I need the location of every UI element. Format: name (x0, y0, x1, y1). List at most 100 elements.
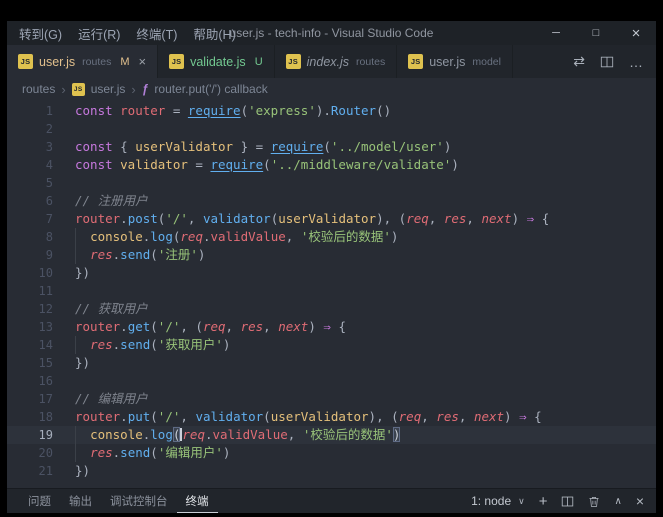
code-line[interactable]: 15}) (7, 354, 656, 372)
code-token: const (75, 103, 121, 118)
code-token: validator (120, 157, 188, 172)
tab-detail: model (472, 55, 501, 68)
code-line[interactable]: 9 res.send('注册') (7, 246, 656, 264)
line-number: 7 (45, 212, 53, 226)
code-token: '获取用户' (157, 337, 223, 352)
line-number: 12 (38, 302, 53, 316)
javascript-file-icon: JS (18, 54, 33, 69)
panel-tab-problems[interactable]: 问题 (19, 489, 60, 513)
code-line[interactable]: 3 const { userValidator } = require('../m… (7, 138, 656, 156)
close-panel-icon[interactable]: × (636, 493, 644, 509)
code-token: '/' (165, 211, 188, 226)
code-line[interactable]: 20 res.send('编辑用户') (7, 444, 656, 462)
code-token: // 获取用户 (75, 301, 148, 316)
tab-close-icon[interactable]: × (139, 54, 147, 69)
code-token: res (90, 337, 113, 352)
code-token: router (75, 319, 121, 334)
code-line[interactable]: 4 const validator = require('../middlewar… (7, 156, 656, 174)
terminal-selector[interactable]: 1: node ∨ (471, 494, 525, 508)
panel-tab-terminal[interactable]: 终端 (177, 489, 218, 513)
code-line[interactable]: 21}) (7, 462, 656, 480)
code-token: { (330, 319, 346, 334)
code-token: ) (451, 157, 459, 172)
code-token: validValue (212, 427, 288, 442)
code-line[interactable]: 2 (7, 120, 656, 138)
code-token: req (180, 229, 203, 244)
tab-user-js-routes[interactable]: JS user.js routes M × (7, 45, 159, 78)
code-token: log (150, 229, 173, 244)
code-line[interactable]: 19 console.log(req.validValue, '校验后的数据') (7, 426, 656, 444)
split-terminal-icon[interactable] (561, 495, 574, 508)
code-text: // 编辑用户 (53, 390, 656, 408)
code-line[interactable]: 7 router.post('/', validator(userValidato… (7, 210, 656, 228)
code-token: ) (504, 409, 520, 424)
code-token: next (278, 319, 309, 334)
tab-user-js-model[interactable]: JS user.js model (397, 45, 513, 78)
code-line[interactable]: 16 (7, 372, 656, 390)
more-actions-icon[interactable]: … (629, 54, 643, 70)
code-token: require (270, 139, 324, 154)
code-line[interactable]: 18 router.put('/', validator(userValidato… (7, 408, 656, 426)
tab-index-js[interactable]: JS index.js routes (274, 45, 398, 78)
tab-validate-js[interactable]: JS validate.js U (158, 45, 275, 78)
code-text: res.send('注册') (53, 246, 656, 264)
minimize-icon[interactable]: ─ (536, 21, 576, 45)
code-line[interactable]: 13 router.get('/', (req, res, next) ⇒ { (7, 318, 656, 336)
open-changes-icon[interactable]: ⇄ (573, 53, 585, 70)
code-token: req (398, 409, 422, 424)
code-line[interactable]: 12 // 获取用户 (7, 300, 656, 318)
line-number: 2 (45, 122, 53, 136)
code-token: validator (195, 409, 264, 424)
breadcrumb-symbol[interactable]: router.put('/') callback (154, 82, 267, 96)
code-line[interactable]: 8 console.log(req.validValue, '校验后的数据') (7, 228, 656, 246)
split-editor-icon[interactable] (600, 55, 614, 69)
code-token: ) (392, 427, 401, 442)
code-token: . (120, 319, 128, 334)
code-line[interactable]: 17 // 编辑用户 (7, 390, 656, 408)
line-number: 5 (45, 176, 53, 190)
maximize-icon[interactable]: □ (576, 21, 616, 45)
code-token: '校验后的数据' (300, 229, 391, 244)
code-token: require (187, 103, 241, 118)
menu-item-goto[interactable]: 转到(G) (11, 24, 70, 43)
symbol-method-icon: ƒ (141, 82, 149, 96)
code-token: router (75, 211, 121, 226)
line-number: 18 (38, 410, 53, 424)
code-line[interactable]: 10}) (7, 264, 656, 282)
code-line[interactable]: 11 (7, 282, 656, 300)
code-token: }) (75, 355, 91, 370)
code-token: }) (75, 265, 91, 280)
code-line[interactable]: 6 // 注册用户 (7, 192, 656, 210)
code-text: router.get('/', (req, res, next) ⇒ { (53, 318, 656, 336)
line-number: 13 (38, 320, 53, 334)
code-token: ) (511, 211, 527, 226)
code-token: require (210, 157, 264, 172)
line-number: 6 (45, 194, 53, 208)
new-terminal-icon[interactable]: + (539, 493, 548, 510)
code-token: ( (172, 427, 181, 442)
code-editor[interactable]: 1 const router = require('express').Route… (7, 100, 656, 488)
code-token: Router (330, 103, 377, 118)
code-line[interactable]: 5 (7, 174, 656, 192)
panel-tab-debug-console[interactable]: 调试控制台 (101, 489, 177, 513)
panel-tab-output[interactable]: 输出 (60, 489, 101, 513)
code-line[interactable]: 14 res.send('获取用户') (7, 336, 656, 354)
code-token: // 注册用户 (75, 193, 148, 208)
git-modified-badge: M (120, 55, 130, 68)
maximize-panel-icon[interactable]: ∧ (614, 496, 621, 507)
code-token: userValidator (278, 211, 377, 226)
menu-item-terminal[interactable]: 终端(T) (128, 24, 185, 43)
breadcrumb-folder[interactable]: routes (22, 82, 55, 96)
code-line[interactable]: 1 const router = require('express').Route… (7, 102, 656, 120)
code-token: const (75, 157, 121, 172)
close-icon[interactable]: × (616, 21, 656, 45)
breadcrumb-file[interactable]: user.js (91, 82, 126, 96)
kill-terminal-icon[interactable] (588, 495, 600, 508)
code-text: const { userValidator } = require('../mo… (53, 138, 656, 156)
code-text: res.send('编辑用户') (53, 444, 656, 462)
menu-item-run[interactable]: 运行(R) (70, 24, 128, 43)
code-token: router (75, 409, 121, 424)
code-token: '../middleware/validate' (270, 157, 452, 172)
